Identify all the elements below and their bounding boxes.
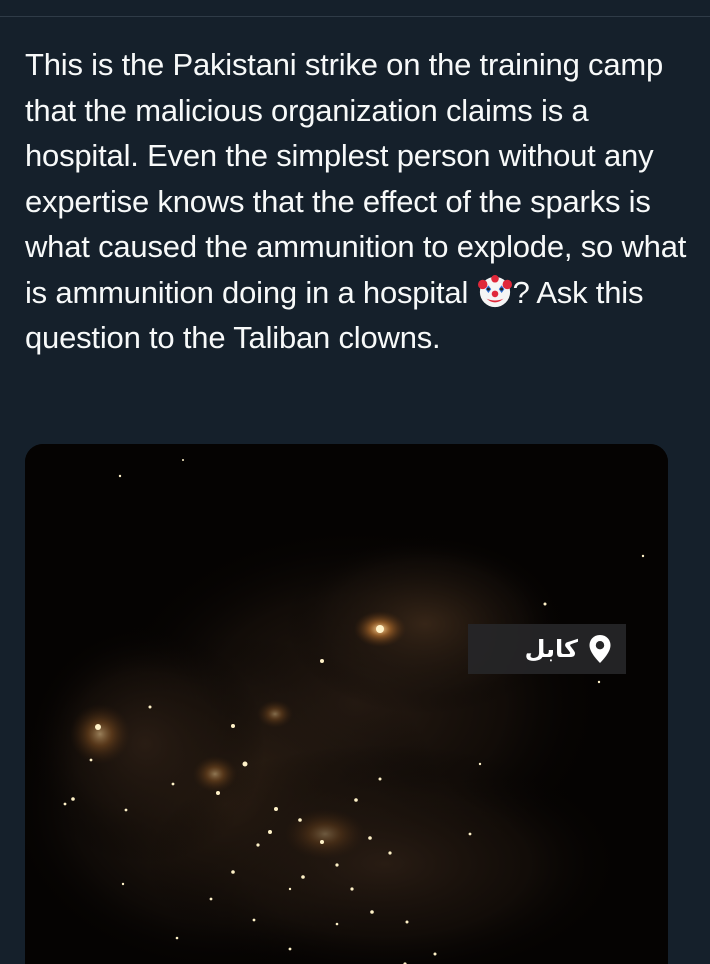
map-pin-icon [589,635,611,663]
location-tag: كابل [468,624,626,674]
post-text-part-1: This is the Pakistani strike on the trai… [25,47,687,310]
clown-face-emoji-icon [477,274,512,307]
video-media-card[interactable]: كابل [25,444,668,964]
post-text: This is the Pakistani strike on the trai… [25,42,697,361]
top-divider [0,16,710,17]
location-name: كابل [524,635,578,663]
night-explosion-scene [25,444,668,964]
